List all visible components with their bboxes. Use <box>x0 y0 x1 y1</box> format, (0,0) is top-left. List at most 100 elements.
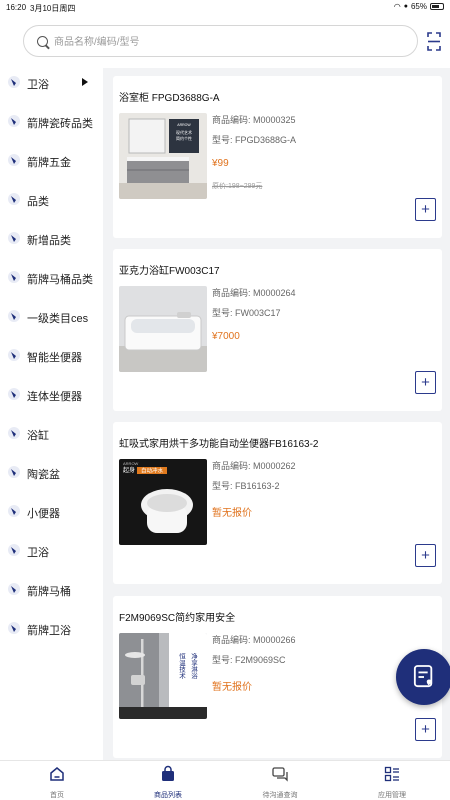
sidebar-item-label: 陶瓷盆 <box>27 469 60 481</box>
product-title: F2M9069SC简约家用安全 <box>119 613 236 624</box>
sidebar-item-category[interactable]: 品类 <box>0 185 103 215</box>
sidebar-item-urinal[interactable]: 小便器 <box>0 497 103 527</box>
product-price: 暂无报价 <box>212 682 252 693</box>
product-title: 亚克力浴缸FW003C17 <box>119 266 220 277</box>
sidebar-item-smart-toilet[interactable]: 智能坐便器 <box>0 341 103 371</box>
product-old-price: 原价:198~299元 <box>212 183 263 190</box>
sidebar-item-arrow-tiles[interactable]: 箭牌瓷砖品类 <box>0 107 103 137</box>
category-icon <box>7 192 21 206</box>
tab-product-list[interactable]: 商品列表 <box>133 765 203 800</box>
product-image: ARROW 起身 自动冲水 <box>119 459 207 545</box>
sidebar-item-one-piece-toilet[interactable]: 连体坐便器 <box>0 380 103 410</box>
order-form-icon <box>413 665 433 688</box>
tab-pending-communication[interactable]: 待沟通查询 <box>245 765 315 800</box>
floating-action-button[interactable] <box>396 649 450 705</box>
category-icon <box>7 348 21 362</box>
image-brand-text: ARROW <box>123 461 139 466</box>
product-code: 商品编码: M0000264 <box>212 288 296 298</box>
sidebar-item-bathroom-2[interactable]: 卫浴 <box>0 536 103 566</box>
tab-home[interactable]: 首页 <box>22 765 92 800</box>
product-model: 型号: FPGD3688G-A <box>212 135 297 145</box>
category-icon <box>7 75 21 89</box>
add-button[interactable]: + <box>415 544 436 567</box>
image-text-autoflush: 自动冲水 <box>141 467 164 475</box>
product-model: 型号: FW003C17 <box>212 308 281 318</box>
sidebar-item-level1-ces[interactable]: 一级类目ces <box>0 302 103 332</box>
add-button[interactable]: + <box>415 198 436 221</box>
home-icon <box>50 767 64 781</box>
product-price: ¥99 <box>212 158 229 169</box>
sidebar-item-label: 一级类目ces <box>27 313 89 325</box>
product-price: ¥7000 <box>212 331 240 342</box>
product-list: 浴室柜 FPGD3688G-A ARROW 现代艺术 简约个性 商品编码: M0… <box>103 68 450 760</box>
shopping-bag-icon <box>162 765 174 781</box>
category-icon <box>7 582 21 596</box>
selected-arrow-icon <box>82 78 88 86</box>
image-panel-line: 简约个性 <box>176 135 192 141</box>
sidebar-item-label: 箭牌马桶品类 <box>27 274 93 286</box>
product-card[interactable]: 虹吸式家用烘干多功能自动坐便器FB16163-2 ARROW 起身 自动冲水 商… <box>113 422 442 584</box>
sidebar-item-label: 箭牌马桶 <box>27 586 71 598</box>
product-model: 型号: FB16163-2 <box>212 481 280 491</box>
sidebar-item-bathroom[interactable]: 卫浴 <box>0 68 103 98</box>
product-title: 浴室柜 FPGD3688G-A <box>119 93 220 104</box>
category-icon <box>7 387 21 401</box>
battery-icon <box>430 3 444 10</box>
category-sidebar: 卫浴 箭牌瓷砖品类 箭牌五金 品类 新增品类 箭牌马桶品类 一级类目ces 智能… <box>0 68 103 760</box>
tab-label: 应用管理 <box>378 792 406 799</box>
category-icon <box>7 153 21 167</box>
image-text-rise: 起身 <box>123 466 135 474</box>
sidebar-item-new-category[interactable]: 新增品类 <box>0 224 103 254</box>
product-card[interactable]: 亚克力浴缸FW003C17 商品编码: M0000264 型号: FW003C1… <box>113 249 442 411</box>
chat-icon <box>272 767 288 782</box>
alarm-icon: ● <box>403 3 408 10</box>
sidebar-item-label: 箭牌瓷砖品类 <box>27 118 93 130</box>
sidebar-item-label: 智能坐便器 <box>27 352 82 364</box>
search-box[interactable] <box>23 25 418 57</box>
tab-label: 待沟通查询 <box>262 792 298 799</box>
image-brand-text: ARROW <box>177 123 191 127</box>
sidebar-item-label: 箭牌卫浴 <box>27 625 71 637</box>
sidebar-item-label: 新增品类 <box>27 235 71 247</box>
product-code: 商品编码: M0000325 <box>212 115 296 125</box>
sidebar-item-label: 小便器 <box>27 508 60 520</box>
sidebar-item-label: 卫浴 <box>27 79 49 91</box>
add-button[interactable]: + <box>415 718 436 741</box>
sidebar-item-arrow-toilet[interactable]: 箭牌马桶 <box>0 575 103 605</box>
sidebar-item-bathtub[interactable]: 浴缸 <box>0 419 103 449</box>
sidebar-item-label: 品类 <box>27 196 49 208</box>
sidebar-item-ceramic-basin[interactable]: 陶瓷盆 <box>0 458 103 488</box>
search-icon <box>37 36 48 47</box>
category-icon <box>7 504 21 518</box>
wifi-icon: ◠ <box>393 2 401 11</box>
battery-percent: 65% <box>410 2 427 11</box>
bottom-tab-bar: 首页 商品列表 待沟通查询 应用管理 <box>0 760 450 800</box>
sidebar-item-arrow-hardware[interactable]: 箭牌五金 <box>0 146 103 176</box>
add-button[interactable]: + <box>415 371 436 394</box>
product-card[interactable]: F2M9069SC简约家用安全 恒温技术 净享淋浴 商品编码: M0000266… <box>113 596 442 758</box>
category-icon <box>7 543 21 557</box>
product-price: 暂无报价 <box>212 508 252 519</box>
product-model: 型号: F2M9069SC <box>212 655 286 665</box>
status-bar: 16:20 3月10日周四 ◠ ● 65% <box>0 0 450 16</box>
sidebar-item-arrow-bathroom[interactable]: 箭牌卫浴 <box>0 614 103 644</box>
tab-app-management[interactable]: 应用管理 <box>357 765 427 800</box>
search-input[interactable] <box>54 32 404 52</box>
status-date: 3月10日周四 <box>30 4 76 13</box>
product-title: 虹吸式家用烘干多功能自动坐便器FB16163-2 <box>119 439 319 450</box>
category-icon <box>7 621 21 635</box>
category-icon <box>7 309 21 323</box>
product-image: ARROW 现代艺术 简约个性 <box>119 113 207 199</box>
status-time: 16:20 <box>6 3 27 12</box>
sidebar-item-label: 浴缸 <box>27 430 49 442</box>
grid-icon <box>384 766 399 782</box>
sidebar-item-arrow-toilets-category[interactable]: 箭牌马桶品类 <box>0 263 103 293</box>
product-code: 商品编码: M0000266 <box>212 635 296 645</box>
product-code: 商品编码: M0000262 <box>212 461 296 471</box>
category-icon <box>7 270 21 284</box>
product-image <box>119 286 207 372</box>
product-card[interactable]: 浴室柜 FPGD3688G-A ARROW 现代艺术 简约个性 商品编码: M0… <box>113 76 442 238</box>
category-icon <box>7 231 21 245</box>
status-right: ◠ ● 65% <box>394 2 444 11</box>
scan-icon[interactable] <box>427 32 441 51</box>
